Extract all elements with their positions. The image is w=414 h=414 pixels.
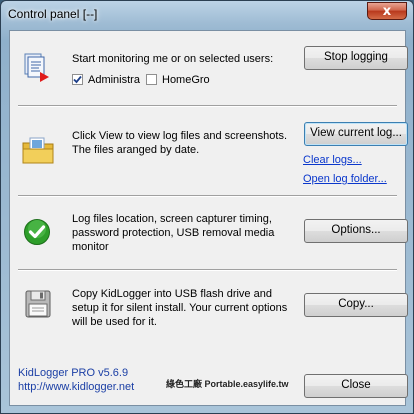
checkmark-icon [73,75,82,84]
control-panel-window: Control panel [--] x Start monitoring me… [0,0,414,414]
window-title-text: Control panel [8,7,80,21]
view-current-log-button[interactable]: View current log... [304,122,408,146]
options-description-line3: monitor [72,241,109,253]
client-area: Start monitoring me or on selected users… [9,30,408,406]
watermark: 綠色工廠 Portable.easylife.tw [166,379,289,389]
user-label-homegroup[interactable]: HomeGrou [162,73,210,87]
close-icon: x [382,4,392,19]
user-checkbox-homegroup[interactable] [146,74,157,85]
window-title-suffix: [--] [82,7,98,21]
separator [18,269,397,271]
copy-description-line2: setup it for silent install. Your curren… [72,302,288,314]
title-bar[interactable]: Control panel [--] x [1,1,413,25]
options-description-line2: password protection, USB removal media [72,227,275,239]
copy-button[interactable]: Copy... [304,293,408,317]
open-log-folder-link[interactable]: Open log folder... [303,173,387,185]
floppy-disk-icon [25,290,51,318]
monitor-description: Start monitoring me or on selected users… [72,53,274,65]
green-check-icon [24,219,50,245]
window-close-button[interactable]: x [367,2,407,20]
user-label-administrator[interactable]: Administra [88,73,145,87]
clear-logs-link[interactable]: Clear logs... [303,154,362,166]
document-stack-icon [24,53,49,82]
separator [18,195,397,197]
folder-icon [22,137,54,164]
product-url: http://www.kidlogger.net [18,381,135,393]
options-button[interactable]: Options... [304,219,408,243]
logs-description-line1: Click View to view log files and screens… [72,130,288,142]
stop-logging-button[interactable]: Stop logging [304,46,408,70]
copy-description-line3: will be used for it. [72,316,157,328]
separator [18,105,397,107]
options-description-line1: Log files location, screen capturer timi… [72,213,272,225]
window-title: Control panel [--] [8,7,97,21]
copy-description-line1: Copy KidLogger into USB flash drive and [72,288,272,300]
user-checkbox-administrator[interactable] [72,74,83,85]
product-version: KidLogger PRO v5.6.9 [18,367,129,379]
close-button[interactable]: Close [304,374,408,398]
logs-description-line2: The files aranged by date. [72,144,200,156]
